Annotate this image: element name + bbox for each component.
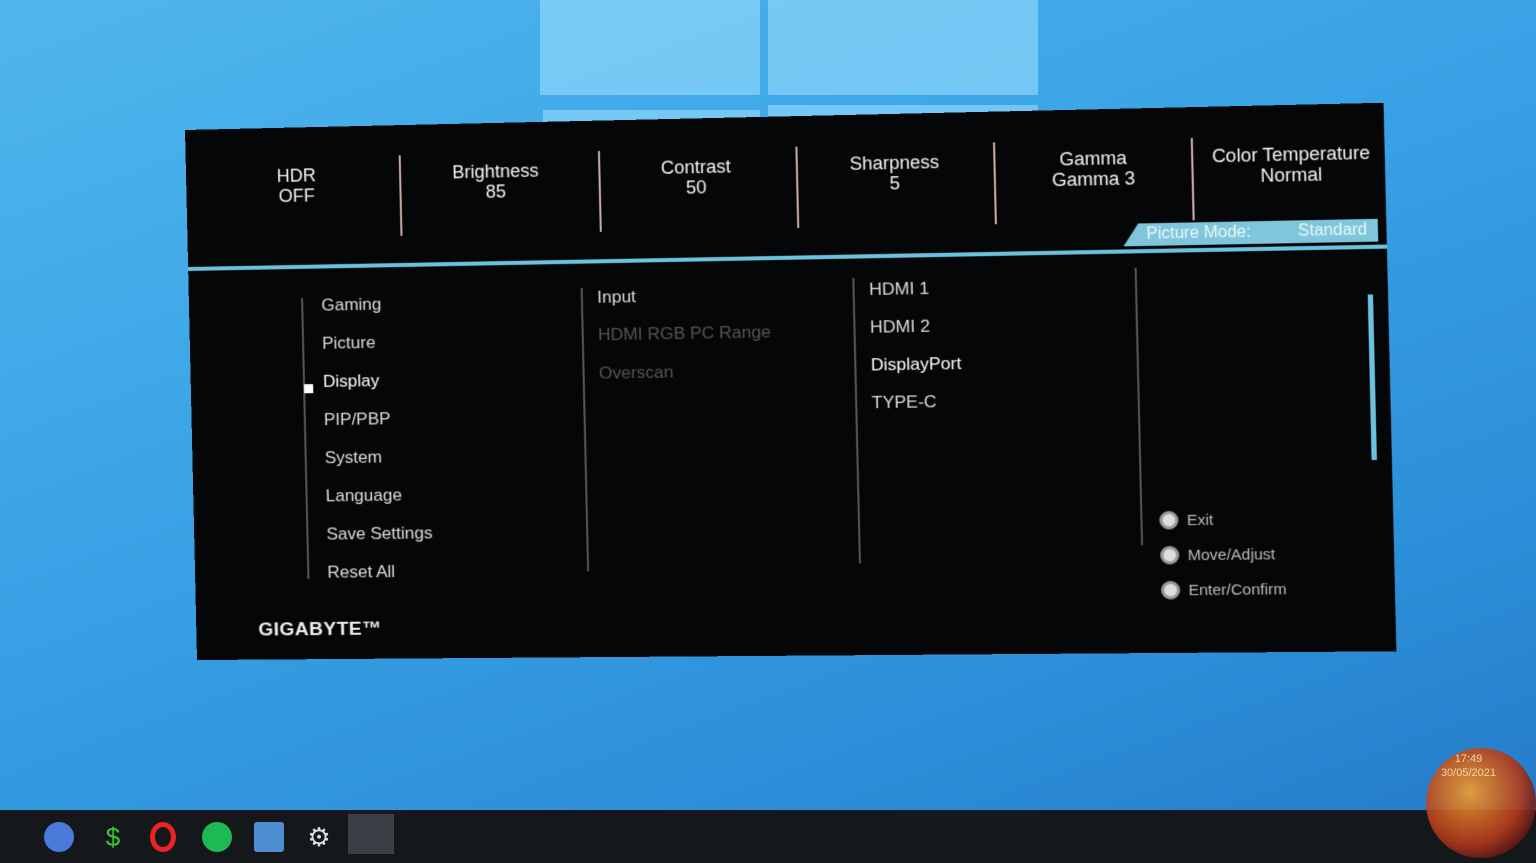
menu-item-save-settings[interactable]: Save Settings	[326, 523, 432, 544]
app-icon[interactable]: $	[98, 822, 128, 852]
quick-settings-bar: HDR OFF Brightness 85 Contrast 50 Sharpness…	[185, 103, 1387, 265]
menu-divider	[301, 298, 309, 579]
option-hdmi-1[interactable]: HDMI 1	[869, 279, 929, 300]
color-temperature-setting[interactable]: Color Temperature Normal	[1185, 142, 1399, 188]
monitor-osd-menu: HDR OFF Brightness 85 Contrast 50 Sharpness…	[185, 103, 1396, 660]
hint-enter-confirm: Enter/Confirm	[1161, 580, 1287, 600]
spotify-icon[interactable]	[202, 822, 232, 852]
joystick-icon	[1161, 581, 1180, 600]
opera-icon[interactable]	[150, 822, 176, 852]
option-hdmi-2[interactable]: HDMI 2	[870, 316, 930, 337]
option-displayport[interactable]: DisplayPort	[871, 354, 962, 376]
menu-item-picture[interactable]: Picture	[322, 333, 376, 354]
menu-divider	[1135, 268, 1144, 546]
taskbar: $ ⚙	[0, 810, 1536, 863]
option-type-c[interactable]: TYPE-C	[872, 392, 937, 413]
menu-item-display[interactable]: Display	[323, 371, 380, 392]
submenu-item-hdmi-rgb-pc-range: HDMI RGB PC Range	[598, 322, 771, 345]
menu-item-reset-all[interactable]: Reset All	[327, 562, 395, 583]
settings-gear-icon[interactable]: ⚙	[304, 822, 334, 852]
submenu-item-input[interactable]: Input	[597, 287, 636, 308]
selected-indicator	[304, 384, 313, 393]
menu-item-language[interactable]: Language	[325, 485, 402, 506]
menu-item-system[interactable]: System	[325, 447, 383, 468]
hint-exit: Exit	[1159, 510, 1213, 529]
sharpness-setting[interactable]: Sharpness 5	[796, 151, 995, 196]
photos-icon[interactable]	[254, 822, 284, 852]
scrollbar[interactable]	[1368, 294, 1377, 460]
system-clock[interactable]: 17:49 30/05/2021	[1441, 752, 1496, 780]
contrast-setting[interactable]: Contrast 50	[598, 155, 794, 200]
joystick-icon	[1159, 511, 1178, 530]
menu-item-gaming[interactable]: Gaming	[321, 295, 381, 316]
hdr-setting[interactable]: HDR OFF	[201, 164, 393, 208]
menu-divider	[581, 288, 590, 571]
menu-item-pip-pbp[interactable]: PIP/PBP	[324, 409, 391, 430]
osd-app-icon[interactable]	[348, 814, 394, 854]
menu-divider	[852, 278, 861, 563]
hint-move-adjust: Move/Adjust	[1160, 545, 1275, 565]
gamma-setting[interactable]: Gamma Gamma 3	[993, 146, 1194, 191]
picture-mode-indicator: Picture Mode: Standard	[1123, 219, 1378, 247]
joystick-icon	[1160, 546, 1179, 565]
app-icon[interactable]	[44, 822, 74, 852]
gigabyte-logo: GIGABYTE™	[258, 618, 382, 641]
submenu-item-overscan: Overscan	[599, 362, 674, 383]
brightness-setting[interactable]: Brightness 85	[399, 159, 593, 203]
